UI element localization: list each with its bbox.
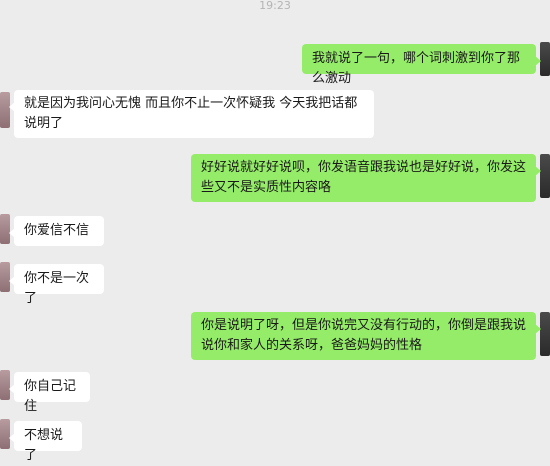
- message-text: 你爱信不信: [24, 223, 90, 238]
- my-avatar[interactable]: [540, 154, 550, 198]
- message-timestamp: 19:23: [259, 0, 291, 12]
- message-bubble-incoming[interactable]: 你自己记住: [9, 372, 90, 414]
- message-bubble-incoming[interactable]: 不想说了: [9, 421, 82, 463]
- message-bubble-incoming[interactable]: 就是因为我问心无愧 而且你不止一次怀疑我 今天我把话都说明了: [9, 90, 374, 138]
- message-text: 就是因为我问心无愧 而且你不止一次怀疑我 今天我把话都说明了: [24, 96, 358, 131]
- my-avatar[interactable]: [540, 42, 550, 76]
- message-bubble-incoming[interactable]: 你不是一次了: [9, 264, 104, 306]
- message-text: 我就说了一句，哪个词刺激到你了那么激动: [312, 51, 521, 86]
- message-bubble-outgoing[interactable]: 你是说明了呀，但是你说完又没有行动的，你倒是跟我说说你和家人的关系呀，爸爸妈妈的…: [191, 312, 541, 360]
- message-bubble-outgoing[interactable]: 好好说就好好说呗，你发语音跟我说也是好好说，你发这些又不是实质性内容咯: [191, 154, 541, 202]
- message-text: 你不是一次了: [24, 271, 90, 306]
- message-bubble-outgoing[interactable]: 我就说了一句，哪个词刺激到你了那么激动: [302, 44, 541, 86]
- message-bubble-incoming[interactable]: 你爱信不信: [9, 216, 104, 246]
- my-avatar[interactable]: [540, 312, 550, 356]
- message-text: 不想说了: [24, 428, 64, 463]
- chat-conversation: 19:23 我就说了一句，哪个词刺激到你了那么激动 就是因为我问心无愧 而且你不…: [0, 0, 550, 463]
- message-text: 你是说明了呀，但是你说完又没有行动的，你倒是跟我说说你和家人的关系呀，爸爸妈妈的…: [201, 318, 527, 353]
- message-text: 好好说就好好说呗，你发语音跟我说也是好好说，你发这些又不是实质性内容咯: [201, 160, 527, 195]
- message-text: 你自己记住: [24, 379, 77, 414]
